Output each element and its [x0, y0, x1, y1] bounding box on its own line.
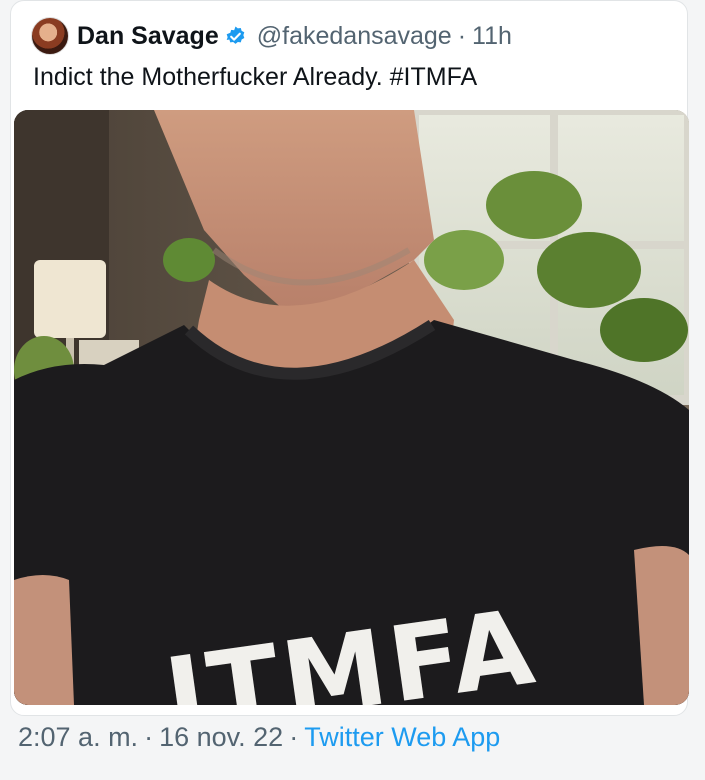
tweet-text: Indict the Motherfucker Already. #ITMFA — [33, 63, 478, 91]
tweet-date[interactable]: 16 nov. 22 — [159, 722, 283, 752]
tweet-time[interactable]: 2:07 a. m. — [18, 722, 138, 752]
header-separator: · — [457, 21, 467, 50]
tweet-source-link[interactable]: Twitter Web App — [304, 722, 500, 752]
tweet-header: Dan Savage @fakedansavage · 11h — [31, 16, 512, 56]
relative-time[interactable]: 11h — [472, 22, 512, 51]
author-handle[interactable]: @fakedansavage — [257, 22, 452, 51]
verified-badge-icon — [226, 25, 245, 44]
avatar[interactable] — [31, 17, 69, 55]
tweet-photo[interactable]: ITMFA — [14, 110, 689, 705]
tweet-metadata: 2:07 a. m. · 16 nov. 22 · Twitter Web App — [18, 722, 500, 753]
footer-separator: · — [144, 722, 154, 752]
footer-separator: · — [289, 722, 299, 752]
author-name[interactable]: Dan Savage — [77, 22, 219, 51]
